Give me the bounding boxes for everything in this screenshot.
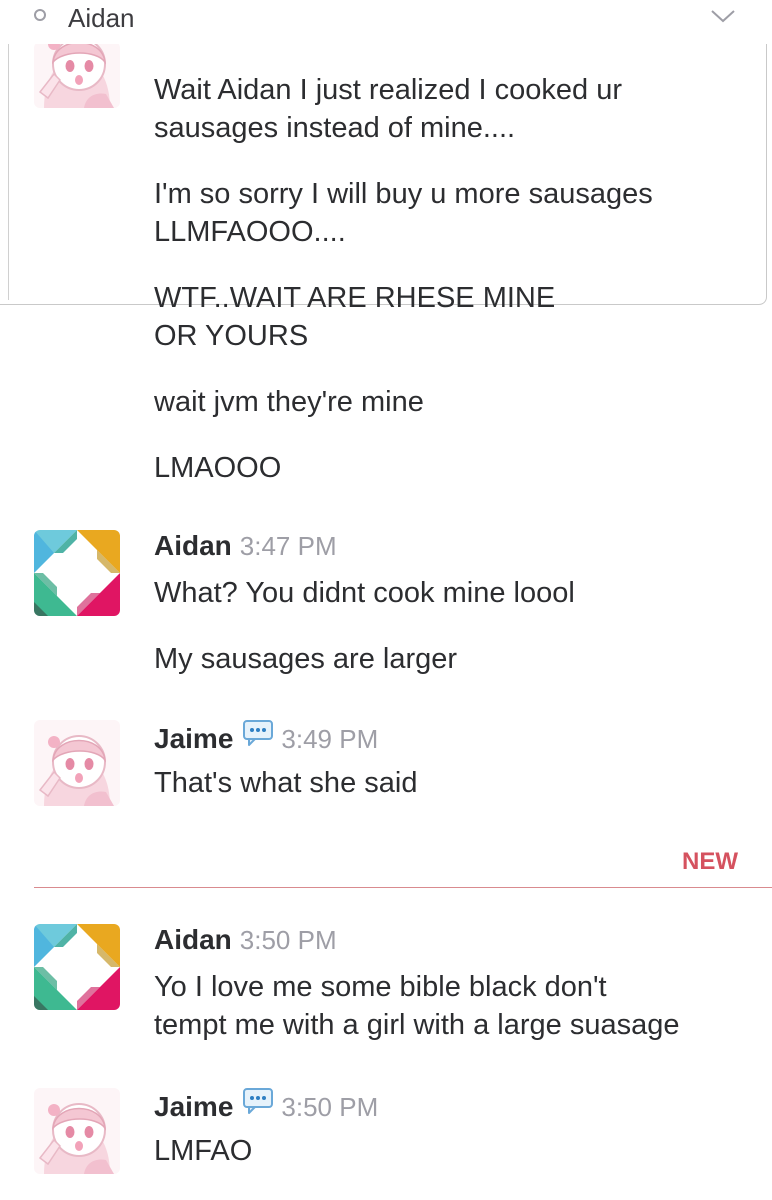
message-text: Yo I love me some bible black don't	[154, 971, 607, 1003]
author-name[interactable]: Aidan	[154, 530, 232, 561]
message-group: Jaime 3:49 PM That's what she said	[0, 720, 772, 810]
author-name[interactable]: Aidan	[154, 924, 232, 955]
message-text: LMFAO	[154, 1135, 253, 1167]
message-text: What? You didnt cook mine loool	[154, 577, 575, 609]
message-text: LLMFAOOO....	[154, 216, 346, 248]
avatar[interactable]	[34, 42, 120, 108]
new-messages-divider	[34, 887, 772, 888]
message-group: Wait Aidan I just realized I cooked ur s…	[0, 44, 772, 504]
message-text: WTF..WAIT ARE RHESE MINE	[154, 282, 556, 314]
avatar[interactable]	[34, 720, 120, 806]
message-text: That's what she said	[154, 767, 418, 799]
author-name[interactable]: Jaime	[154, 723, 233, 754]
message-text: sausages instead of mine....	[154, 112, 516, 144]
avatar[interactable]	[34, 1088, 120, 1174]
speech-bubble-icon	[243, 1088, 273, 1114]
message-text: LMAOOO	[154, 452, 282, 484]
timestamp[interactable]: 3:47 PM	[240, 531, 337, 561]
new-messages-label: NEW	[682, 848, 738, 875]
channel-header: Aidan	[0, 0, 772, 44]
message-text: OR YOURS	[154, 320, 309, 352]
message-group: Jaime 3:50 PM LMFAO	[0, 1088, 772, 1188]
message-group: Aidan 3:47 PM What? You didnt cook mine l…	[0, 530, 772, 680]
message-header: Jaime 3:50 PM	[154, 1088, 378, 1123]
message-header: Aidan 3:47 PM	[154, 530, 337, 562]
message-text: Wait Aidan I just realized I cooked ur	[154, 74, 622, 106]
speech-bubble-icon	[243, 720, 273, 746]
message-header: Aidan 3:50 PM	[154, 924, 337, 956]
timestamp[interactable]: 3:50 PM	[240, 925, 337, 955]
timestamp[interactable]: 3:50 PM	[281, 1092, 378, 1122]
avatar[interactable]	[34, 530, 120, 616]
chevron-down-icon[interactable]	[710, 6, 736, 26]
message-text: tempt me with a girl with a large suasag…	[154, 1009, 680, 1041]
channel-name[interactable]: Aidan	[68, 3, 135, 34]
avatar[interactable]	[34, 924, 120, 1010]
message-group: Aidan 3:50 PM Yo I love me some bible bla…	[0, 924, 772, 1054]
author-name[interactable]: Jaime	[154, 1091, 233, 1122]
message-header: Jaime 3:49 PM	[154, 720, 378, 755]
circle-outline-icon	[34, 9, 46, 21]
message-text: wait jvm they're mine	[154, 386, 424, 418]
timestamp[interactable]: 3:49 PM	[281, 724, 378, 754]
message-text: My sausages are larger	[154, 643, 458, 675]
message-text: I'm so sorry I will buy u more sausages	[154, 178, 653, 210]
